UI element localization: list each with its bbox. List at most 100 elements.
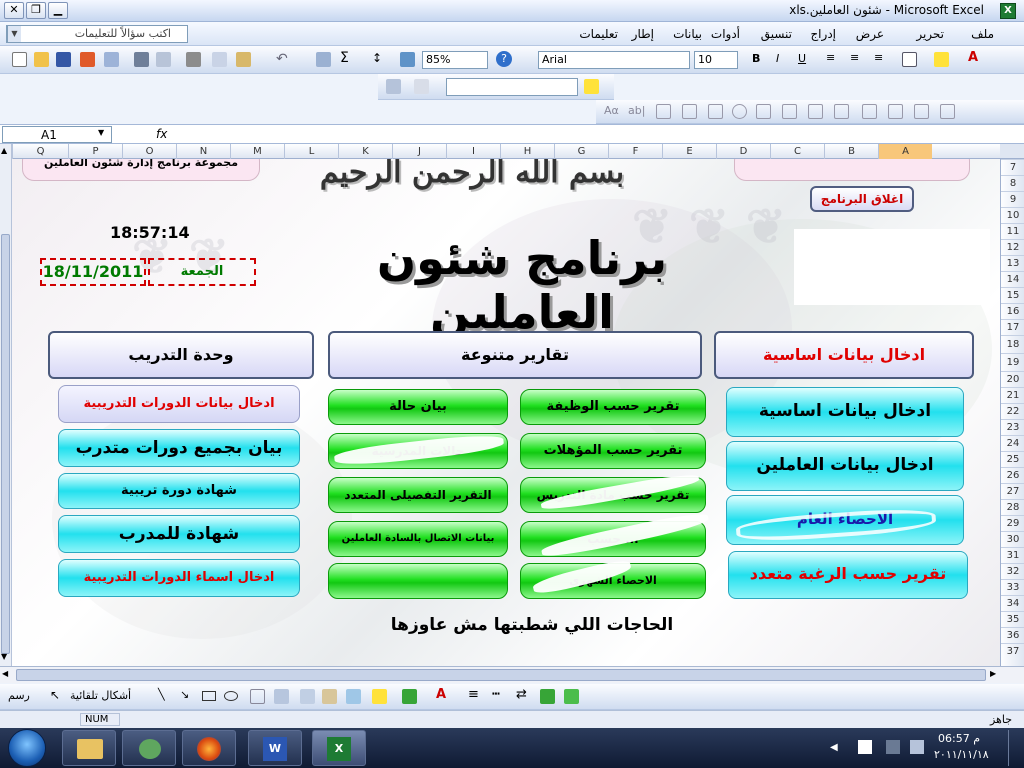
volume-icon[interactable] [910,740,924,754]
scroll-right-icon[interactable]: ▶ [990,669,996,678]
bold-icon[interactable]: B [752,52,760,65]
font-size-select[interactable]: 10 [694,51,738,69]
spelling-icon[interactable] [186,52,201,67]
taskbar-excel[interactable]: X [312,730,366,766]
row-header-cell[interactable]: 18 [1001,335,1024,353]
row-header-cell[interactable]: 37 [1001,643,1024,659]
course-certificate-button[interactable]: شهادة دورة تريبية [58,473,300,509]
column-header-cell[interactable]: C [770,144,824,159]
save-icon[interactable] [56,52,71,67]
listbox-icon[interactable] [756,104,771,119]
start-button[interactable] [8,729,46,767]
undo-icon[interactable]: ↶ [276,51,288,67]
column-header-cell[interactable]: F [608,144,662,159]
restore-window-button[interactable]: ❐ [26,2,46,19]
horizontal-scrollbar[interactable]: ◀ ▶ [0,666,1024,683]
fill-color-icon[interactable] [372,689,387,704]
arrow-icon[interactable]: ↘ [180,688,189,701]
copy-icon[interactable] [212,52,227,67]
column-header-cell[interactable]: N [176,144,230,159]
menu-format[interactable]: تنسيق [761,27,792,41]
flag-icon[interactable] [858,740,872,754]
formula-input[interactable] [172,126,1022,143]
column-header-cell[interactable]: O [122,144,176,159]
code-icon[interactable] [888,104,903,119]
row-header-cell[interactable]: 13 [1001,255,1024,271]
line-icon[interactable]: ╲ [158,688,165,701]
row-header-cell[interactable]: 20 [1001,371,1024,387]
row-header-cell[interactable]: 27 [1001,483,1024,499]
row-header-cell[interactable]: 21 [1001,387,1024,403]
new-icon[interactable] [12,52,27,67]
row-header-cell[interactable]: 9 [1001,191,1024,207]
job-report-button[interactable]: تقرير حسب الوظيفة [520,389,706,425]
menu-insert[interactable]: إدراج [810,27,836,41]
qualifications-report-button[interactable]: تقرير حسب المؤهلات [520,433,706,469]
autosum-icon[interactable]: Σ [340,50,349,66]
row-header-cell[interactable]: 25 [1001,451,1024,467]
row-header-cell[interactable]: 11 [1001,223,1024,239]
menu-window[interactable]: إطار [632,27,654,41]
chart-wizard-icon[interactable] [400,52,415,67]
zoom-select[interactable]: 85% [422,51,488,69]
run-dialog-icon[interactable] [940,104,955,119]
align-left-icon[interactable]: ≡ [874,51,883,64]
diagram-icon[interactable] [300,689,315,704]
show-desktop-button[interactable] [1008,730,1022,766]
column-header-cell[interactable]: G [554,144,608,159]
row-header-cell[interactable]: 30 [1001,531,1024,547]
row-header-cell[interactable]: 35 [1001,611,1024,627]
properties-icon[interactable] [862,104,877,119]
basic-data-entry-button[interactable]: ادخال بيانات اساسية [726,387,964,437]
permission-icon[interactable] [80,52,95,67]
detailed-report-button[interactable]: التقرير التفصيلى المتعدد [328,477,508,513]
row-header-cell[interactable]: 28 [1001,499,1024,515]
row-header-cell[interactable]: 32 [1001,563,1024,579]
menu-help[interactable]: تعليمات [579,27,618,41]
arrow-style-icon[interactable]: ⇄ [516,687,527,702]
spinner-icon[interactable] [834,104,849,119]
row-header-cell[interactable]: 31 [1001,547,1024,563]
line-style-icon[interactable]: ≡ [468,687,479,702]
shadow-icon[interactable] [540,689,555,704]
scroll-up-icon[interactable]: ▲ [1,146,7,155]
textbox-icon[interactable] [250,689,265,704]
hyperlink-icon[interactable] [316,52,331,67]
row-header-cell[interactable]: 17 [1001,319,1024,335]
wordart-icon[interactable] [274,689,289,704]
row-header-cell[interactable]: 8 [1001,175,1024,191]
select-all-corner[interactable] [1000,144,1024,159]
font-color-icon[interactable]: A [436,687,446,702]
row-header-cell[interactable]: 36 [1001,627,1024,643]
scrollbar-icon[interactable] [808,104,823,119]
taskbar-word[interactable]: W [248,730,302,766]
picture-icon[interactable] [346,689,361,704]
sort-icon[interactable]: ↕ [372,51,382,65]
row-header-cell[interactable]: 23 [1001,419,1024,435]
custom-report-button[interactable]: تقرير حسب الرغبة متعدد [728,551,968,599]
column-header-cell[interactable]: A [878,144,932,159]
close-program-button[interactable]: اغلاق البرنامج [810,186,914,212]
highlighter-icon[interactable] [584,79,599,94]
italic-icon[interactable]: I [776,52,779,65]
draw-menu[interactable]: رسم [8,689,30,702]
autoshapes-menu[interactable]: أشكال تلقائية [70,689,131,702]
row-header-cell[interactable]: 14 [1001,271,1024,287]
align-center-icon[interactable]: ≡ [850,51,859,64]
trainer-certificate-button[interactable]: شهادة للمدرب [58,515,300,553]
menu-file[interactable]: ملف [971,27,994,41]
row-header-cell[interactable]: 19 [1001,353,1024,371]
taskbar-messenger[interactable] [122,730,176,766]
row-header-cell[interactable]: 16 [1001,303,1024,319]
groupbox-icon[interactable] [656,104,671,119]
contact-data-button[interactable]: بيانات الاتصال بالسادة العاملين [328,521,508,557]
print-icon[interactable] [134,52,149,67]
row-header-cell[interactable]: 33 [1001,579,1024,595]
employees-entry-button[interactable]: ادخال بيانات العاملين [726,441,964,491]
chevron-down-icon[interactable]: ▼ [98,128,104,137]
eraser-icon[interactable] [414,79,429,94]
row-header-cell[interactable]: 15 [1001,287,1024,303]
column-header-cell[interactable]: P [68,144,122,159]
font-color-icon[interactable]: A [968,50,978,65]
fill-color-icon[interactable] [934,52,949,67]
